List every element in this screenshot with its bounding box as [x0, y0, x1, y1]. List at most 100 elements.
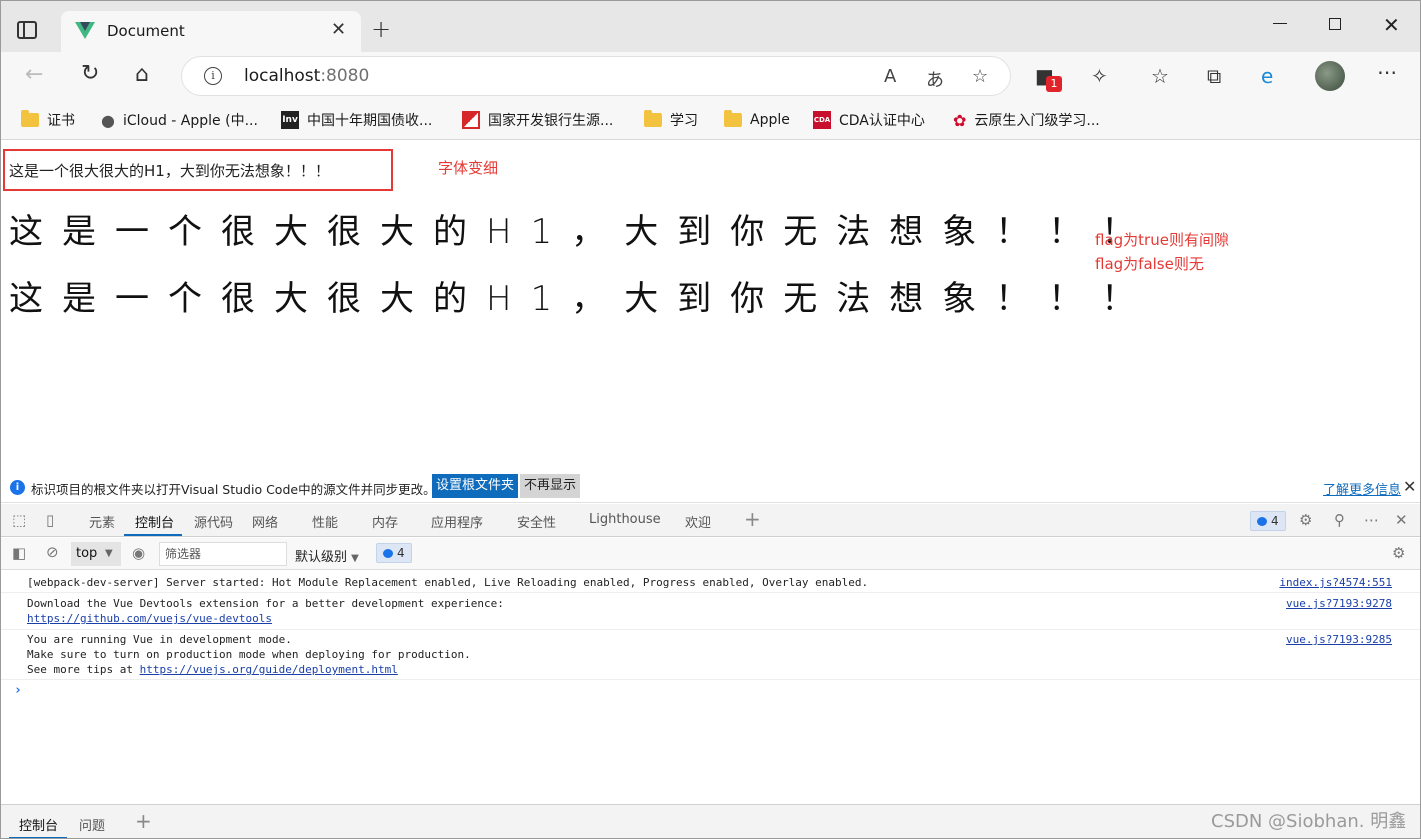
close-devtools-icon[interactable]: ✕: [1395, 511, 1408, 529]
vertical-tabs-icon[interactable]: [17, 21, 37, 39]
page-viewport: 这是一个很大很大的H1，大到你无法想象！！！ 字体变细 这是一个很大很大的H1，…: [1, 141, 1420, 473]
browser-toolbar: ← ↻ ⌂ i localhost:8080 A あ ☆ ■ 1 ✧ ☆ ⧉ e…: [1, 52, 1420, 100]
new-tab-button[interactable]: +: [371, 15, 391, 43]
home-icon[interactable]: ⌂: [135, 62, 149, 87]
issues-badge[interactable]: 4: [1250, 511, 1286, 531]
inspect-icon[interactable]: ⬚: [12, 511, 26, 529]
drawer-tab-issues[interactable]: 问题: [79, 815, 105, 834]
annotation-flag-true: flag为true则有间隙: [1095, 231, 1229, 249]
console-toolbar: ◧ ⊘ top ▼ ◉ 筛选器 默认级别 ▼ 4 ⚙: [1, 538, 1420, 570]
drawer-tab-console[interactable]: 控制台: [19, 815, 58, 834]
devtools-infobar: i 标识项目的根文件夹以打开Visual Studio Code中的源文件并同步…: [1, 473, 1420, 503]
drawer-tabbar: 控制台 问题 +: [1, 804, 1420, 838]
profile-avatar[interactable]: [1315, 61, 1345, 91]
back-icon[interactable]: ←: [25, 62, 43, 87]
message-icon: [1257, 516, 1267, 526]
filter-input[interactable]: 筛选器: [159, 542, 287, 566]
add-favorite-icon[interactable]: ☆: [972, 66, 988, 87]
minimize-icon[interactable]: [1273, 23, 1287, 24]
folder-icon: [724, 110, 742, 127]
infobar-close-icon[interactable]: ✕: [1403, 477, 1416, 496]
live-expression-icon[interactable]: ◉: [132, 544, 145, 562]
collections-icon[interactable]: ⧉: [1207, 64, 1221, 88]
tab-lighthouse[interactable]: Lighthouse: [589, 512, 661, 527]
url-text[interactable]: localhost:8080: [244, 66, 369, 86]
device-emulation-icon[interactable]: ▯: [46, 511, 54, 529]
bookmark-item[interactable]: 国家开发银行生源...: [462, 108, 613, 132]
bookmark-item[interactable]: Apple: [724, 108, 790, 132]
message-count-badge[interactable]: 4: [376, 543, 412, 563]
feedback-icon[interactable]: ⚲: [1334, 511, 1345, 529]
source-link[interactable]: vue.js?7193:9285: [1286, 633, 1392, 646]
log-level-selector[interactable]: 默认级别 ▼: [295, 546, 359, 565]
annotation-flag-false: flag为false则无: [1095, 255, 1204, 273]
edge-icon[interactable]: e: [1261, 64, 1273, 88]
devtools-link[interactable]: https://github.com/vuejs/vue-devtools: [27, 612, 272, 625]
tab-network[interactable]: 网络: [252, 512, 278, 531]
bookmark-item[interactable]: 证书: [21, 108, 75, 132]
folder-icon: [644, 110, 662, 127]
chevron-down-icon: ▼: [351, 553, 359, 564]
source-link[interactable]: vue.js?7193:9278: [1286, 597, 1392, 610]
message-icon: [383, 548, 393, 558]
more-menu-icon[interactable]: ⋯: [1377, 60, 1397, 84]
console-message: Download the Vue Devtools extension for …: [1, 593, 1420, 630]
tab-application[interactable]: 应用程序: [431, 512, 483, 531]
tab-welcome[interactable]: 欢迎: [685, 512, 711, 531]
huawei-icon: ✿: [953, 110, 967, 130]
window-close-icon[interactable]: ✕: [1383, 13, 1400, 37]
favorites-icon[interactable]: ☆: [1151, 64, 1169, 88]
bookmark-item[interactable]: ✿ 云原生入门级学习...: [953, 108, 1100, 132]
chevron-down-icon: ▼: [105, 548, 113, 559]
active-tab-indicator: [124, 534, 182, 536]
console-message: You are running Vue in development mode.…: [1, 630, 1420, 680]
bookmark-item[interactable]: ● iCloud - Apple (中...: [101, 108, 258, 132]
bookmarks-bar: 证书 ● iCloud - Apple (中... Inv 中国十年期国债收..…: [1, 100, 1420, 140]
vue-logo-icon: [75, 22, 95, 39]
h1-thin-heading: 这是一个很大很大的H1，大到你无法想象！！！: [9, 162, 330, 180]
watermark: CSDN @Siobhan. 明鑫: [1211, 811, 1407, 832]
tab-security[interactable]: 安全性: [517, 512, 556, 531]
h1-spaced-heading: 这是一个很大很大的H1，大到你无法想象！！！: [9, 212, 1155, 252]
deployment-guide-link[interactable]: https://vuejs.org/guide/deployment.html: [140, 663, 398, 676]
refresh-icon[interactable]: ↻: [81, 61, 99, 86]
more-options-icon[interactable]: ⋯: [1364, 511, 1379, 529]
address-bar[interactable]: i localhost:8080 A あ ☆: [181, 56, 1011, 96]
drawer-add-button[interactable]: +: [135, 809, 152, 833]
source-link[interactable]: index.js?4574:551: [1279, 576, 1392, 589]
tab-sources[interactable]: 源代码: [194, 512, 233, 531]
console-settings-icon[interactable]: ⚙: [1392, 544, 1405, 562]
bookmark-item[interactable]: Inv 中国十年期国债收...: [281, 108, 432, 132]
bookmark-item[interactable]: 学习: [644, 108, 698, 132]
clear-console-icon[interactable]: ⊘: [46, 543, 59, 561]
sidebar-toggle-icon[interactable]: ◧: [12, 544, 26, 562]
bookmark-item[interactable]: CDA CDA认证中心: [813, 108, 925, 132]
learn-more-link[interactable]: 了解更多信息: [1323, 479, 1401, 498]
console-prompt[interactable]: ›: [14, 683, 22, 698]
folder-icon: [21, 110, 39, 127]
devtools-tabbar: ⬚ ▯ 元素 控制台 源代码 网络 性能 内存 应用程序 安全性 Lightho…: [1, 504, 1420, 537]
extensions-icon[interactable]: ✧: [1091, 64, 1108, 88]
site-info-icon[interactable]: i: [204, 67, 222, 85]
set-root-folder-button[interactable]: 设置根文件夹: [432, 474, 519, 498]
translate-icon[interactable]: あ: [926, 66, 944, 92]
read-aloud-icon[interactable]: A: [884, 66, 896, 87]
add-tool-button[interactable]: +: [744, 507, 761, 531]
tab-title: Document: [107, 22, 185, 40]
tab-console[interactable]: 控制台: [135, 512, 174, 531]
cda-icon: CDA: [813, 111, 831, 129]
investing-icon: Inv: [281, 111, 299, 129]
dont-show-again-button[interactable]: 不再显示: [520, 474, 581, 498]
cdb-icon: [462, 111, 480, 129]
tab-strip: Document ✕ + ✕: [1, 1, 1420, 52]
tab-performance[interactable]: 性能: [312, 512, 338, 531]
console-output: [webpack-dev-server] Server started: Hot…: [1, 571, 1420, 804]
settings-icon[interactable]: ⚙: [1299, 511, 1312, 529]
close-tab-icon[interactable]: ✕: [331, 19, 346, 40]
tab-elements[interactable]: 元素: [89, 512, 115, 531]
notification-badge: 1: [1046, 76, 1062, 92]
context-selector[interactable]: top ▼: [71, 542, 121, 566]
maximize-icon[interactable]: [1329, 18, 1341, 30]
tab-memory[interactable]: 内存: [372, 512, 398, 531]
browser-tab[interactable]: Document ✕: [61, 11, 361, 52]
